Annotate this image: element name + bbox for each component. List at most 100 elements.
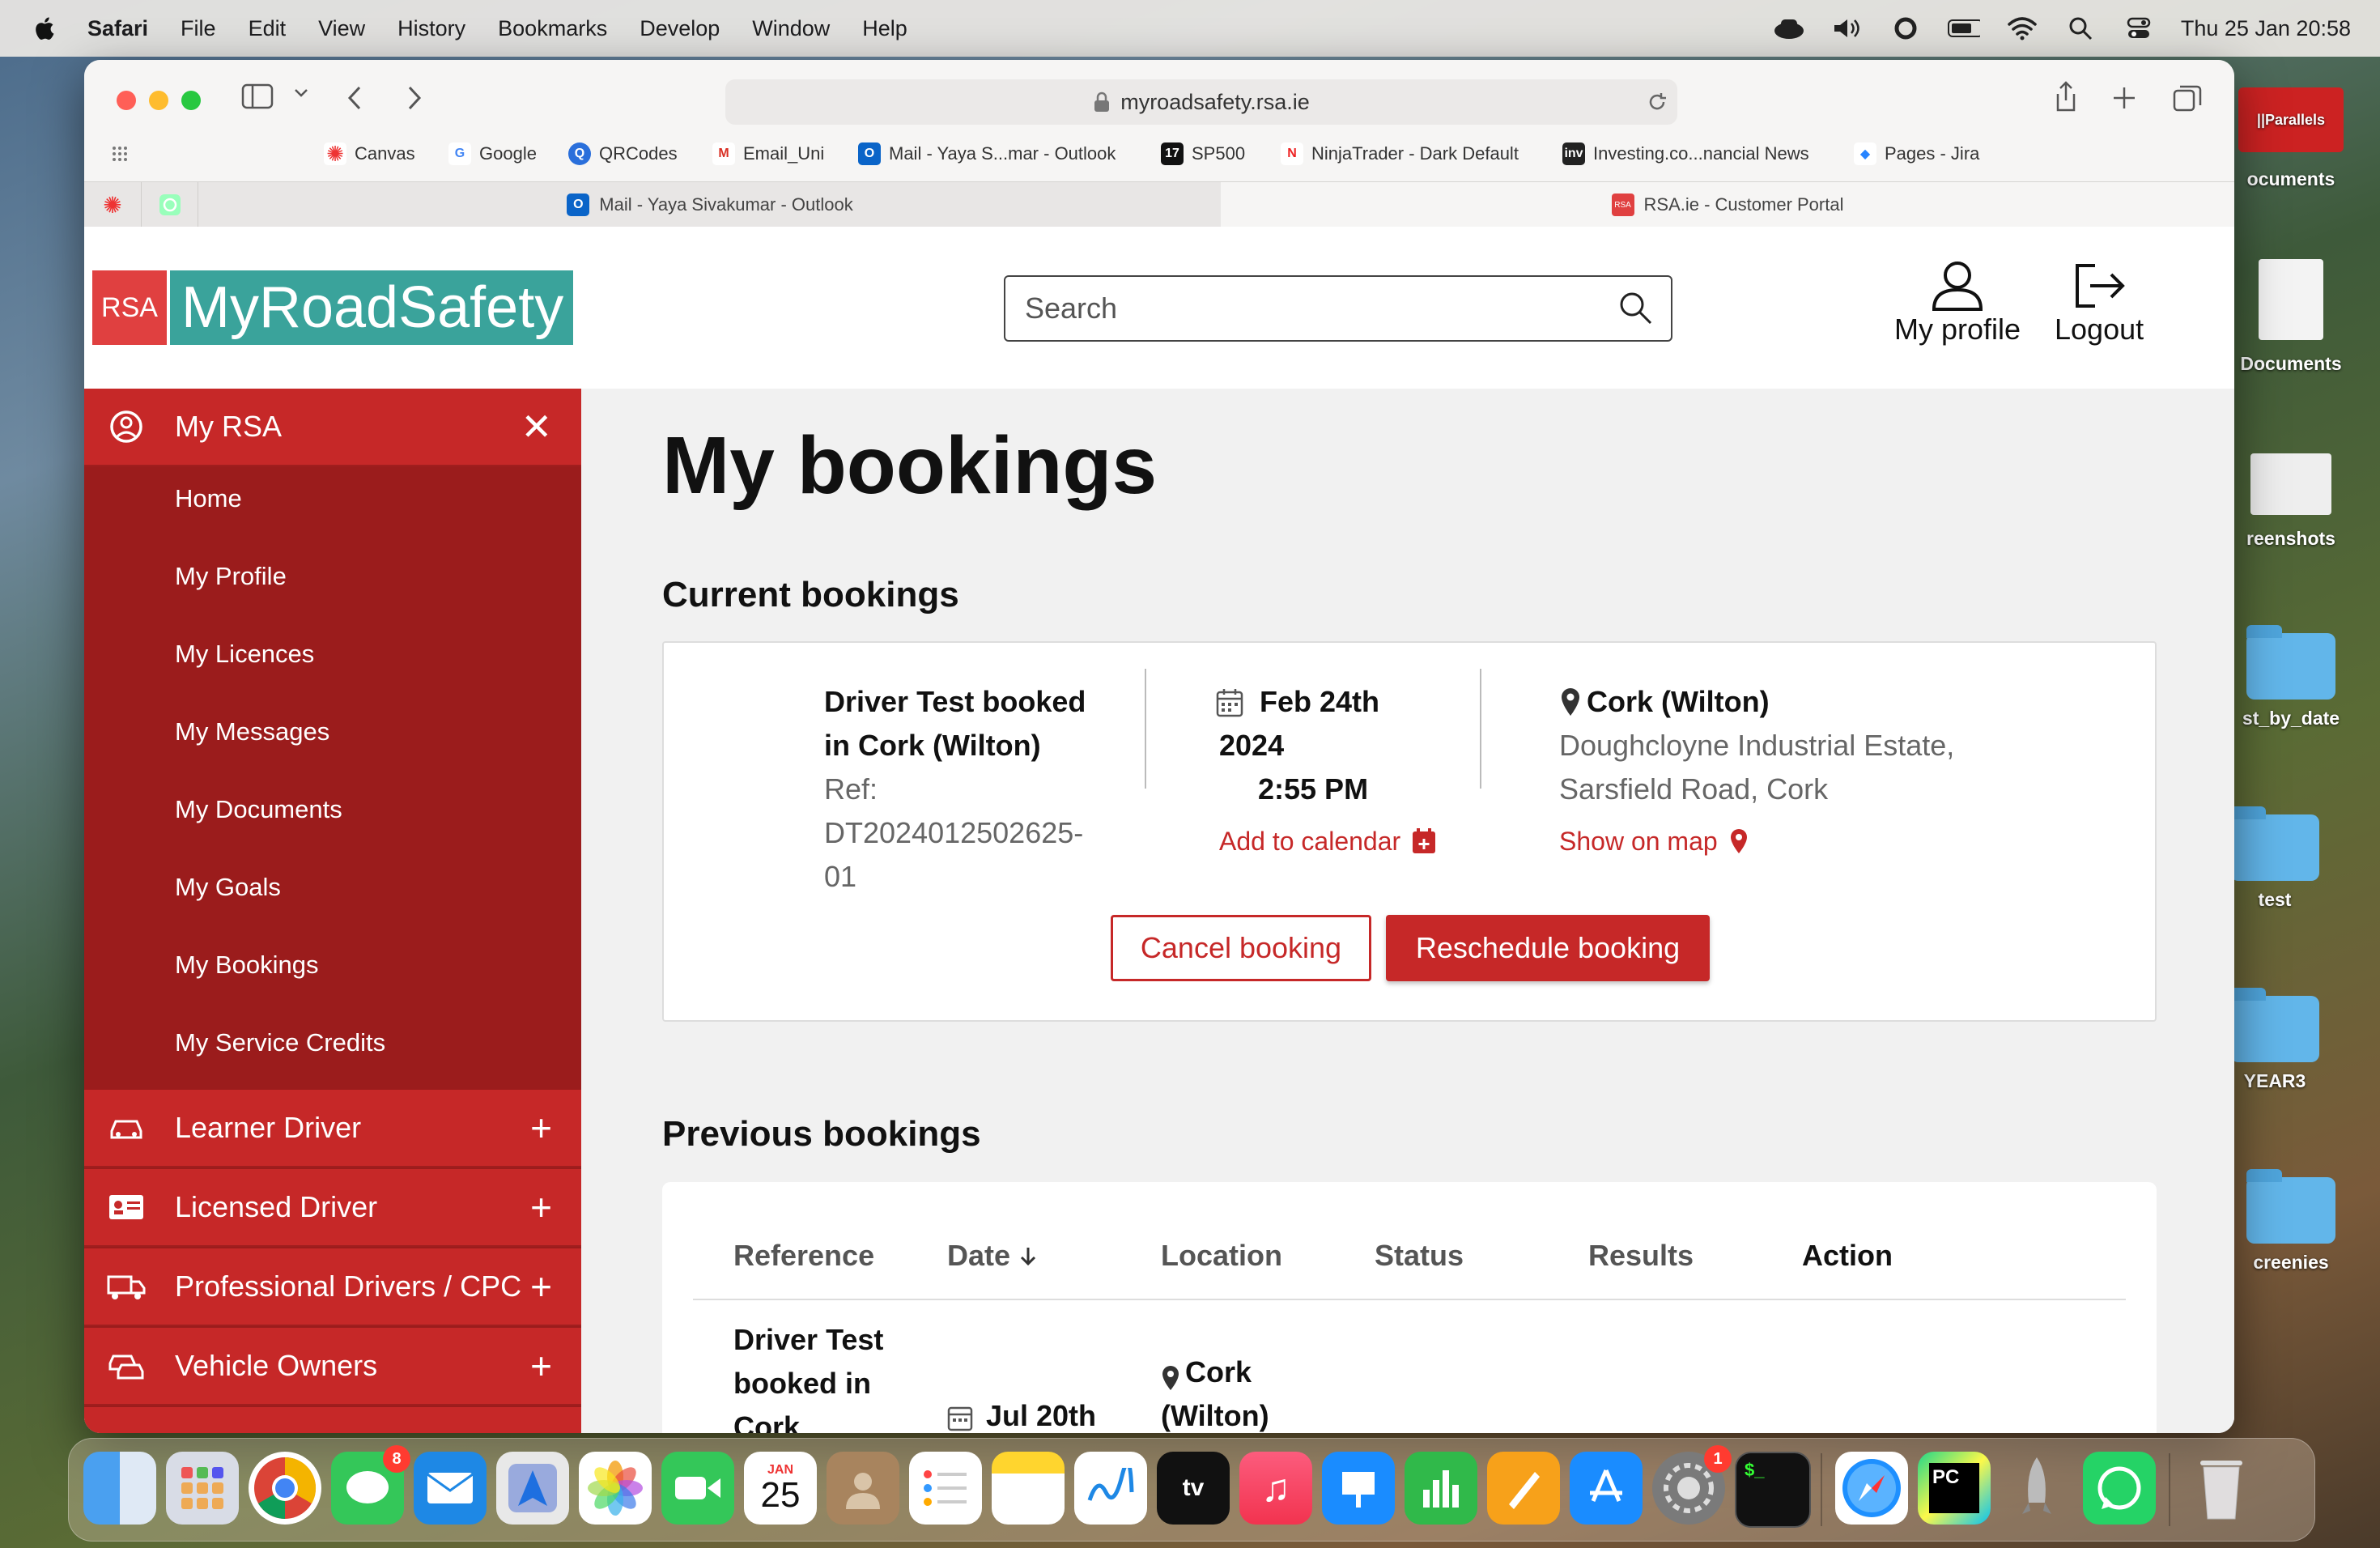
sidebar-section-my-rsa[interactable]: My RSA ✕ bbox=[84, 389, 581, 466]
desktop-folder[interactable]: YEAR3 bbox=[2218, 988, 2331, 1092]
tab-overview-icon[interactable] bbox=[2173, 84, 2202, 119]
menu-edit[interactable]: Edit bbox=[249, 16, 287, 41]
calendar-app-icon[interactable]: JAN 25 bbox=[744, 1452, 817, 1525]
contacts-icon[interactable] bbox=[827, 1452, 899, 1525]
close-window-button[interactable] bbox=[117, 91, 136, 110]
favorite-sp500[interactable]: 17 SP500 bbox=[1161, 142, 1245, 165]
sidebar-item-my-profile[interactable]: My Profile bbox=[175, 562, 287, 591]
menu-window[interactable]: Window bbox=[752, 16, 830, 41]
pinned-tab-chatgpt[interactable] bbox=[141, 182, 198, 228]
favorite-canvas[interactable]: ✺ Canvas bbox=[324, 142, 415, 166]
show-on-map-link[interactable]: Show on map bbox=[1559, 819, 1749, 863]
close-icon[interactable]: ✕ bbox=[521, 405, 552, 449]
desktop-screenshots[interactable]: reenshots bbox=[2234, 453, 2348, 550]
incognito-icon[interactable] bbox=[1773, 16, 1805, 40]
column-header-results[interactable]: Results bbox=[1588, 1239, 1694, 1273]
back-icon[interactable] bbox=[345, 84, 364, 118]
app-store-icon[interactable] bbox=[1570, 1452, 1643, 1525]
column-header-location[interactable]: Location bbox=[1161, 1239, 1282, 1273]
sidebar-item-my-messages[interactable]: My Messages bbox=[175, 717, 329, 746]
menu-file[interactable]: File bbox=[181, 16, 216, 41]
control-center-icon[interactable] bbox=[2123, 16, 2155, 40]
myroadsafety-logo[interactable]: RSA MyRoadSafety bbox=[92, 270, 573, 345]
column-header-status[interactable]: Status bbox=[1375, 1239, 1464, 1273]
desktop-documents[interactable]: Documents bbox=[2234, 259, 2348, 375]
column-header-date[interactable]: Date bbox=[947, 1239, 1038, 1273]
wifi-icon[interactable] bbox=[2006, 16, 2038, 40]
desktop-folder[interactable]: st_by_date bbox=[2234, 625, 2348, 729]
menu-app-name[interactable]: Safari bbox=[87, 16, 148, 41]
menu-history[interactable]: History bbox=[397, 16, 465, 41]
chrome-icon[interactable] bbox=[249, 1452, 321, 1525]
expand-plus-icon[interactable]: + bbox=[530, 1344, 552, 1388]
focus-circle-icon[interactable] bbox=[1889, 16, 1922, 40]
facetime-icon[interactable] bbox=[661, 1452, 734, 1525]
numbers-icon[interactable] bbox=[1405, 1452, 1477, 1525]
tab-outlook[interactable]: O Mail - Yaya Sivakumar - Outlook bbox=[198, 182, 1222, 228]
mail-icon[interactable] bbox=[414, 1452, 487, 1525]
expand-plus-icon[interactable]: + bbox=[530, 1106, 552, 1150]
pycharm-icon[interactable]: PC bbox=[1918, 1452, 1991, 1525]
pinned-tab-canvas[interactable]: ✺ bbox=[84, 182, 141, 228]
sidebar-item-my-service-credits[interactable]: My Service Credits bbox=[175, 1028, 385, 1057]
reload-icon[interactable] bbox=[1647, 91, 1668, 113]
desktop-folder[interactable]: test bbox=[2218, 806, 2331, 911]
spotlight-search-icon[interactable] bbox=[2064, 16, 2097, 40]
music-icon[interactable]: ♫ bbox=[1239, 1452, 1312, 1525]
grid-dots-icon[interactable] bbox=[112, 146, 131, 167]
sidebar-group-vehicle-owners[interactable]: Vehicle Owners + bbox=[84, 1328, 581, 1406]
search-icon[interactable] bbox=[1617, 290, 1655, 327]
favorite-jira[interactable]: ◆ Pages - Jira bbox=[1854, 142, 1979, 165]
safari-icon[interactable] bbox=[1835, 1452, 1908, 1525]
menubar-clock[interactable]: Thu 25 Jan 20:58 bbox=[2181, 16, 2351, 41]
my-profile-link[interactable]: My profile bbox=[1894, 259, 2021, 347]
sidebar-group-partial[interactable] bbox=[84, 1407, 581, 1433]
photos-icon[interactable] bbox=[579, 1452, 652, 1525]
sidebar-item-my-bookings[interactable]: My Bookings bbox=[175, 950, 318, 980]
sidebar-toggle-icon[interactable] bbox=[241, 83, 274, 117]
sidebar-item-my-documents[interactable]: My Documents bbox=[175, 795, 342, 824]
column-header-reference[interactable]: Reference bbox=[733, 1239, 874, 1273]
logout-link[interactable]: Logout bbox=[2055, 259, 2144, 347]
sidebar-group-licensed-driver[interactable]: Licensed Driver + bbox=[84, 1169, 581, 1247]
sidebar-item-my-licences[interactable]: My Licences bbox=[175, 640, 314, 669]
favorite-google[interactable]: G Google bbox=[448, 142, 537, 165]
finder-icon[interactable] bbox=[83, 1452, 156, 1525]
tab-rsa-portal[interactable]: RSA RSA.ie - Customer Portal bbox=[1221, 182, 2234, 228]
new-tab-icon[interactable] bbox=[2111, 84, 2137, 118]
menu-bookmarks[interactable]: Bookmarks bbox=[498, 16, 607, 41]
launchpad-icon[interactable] bbox=[166, 1452, 239, 1525]
desktop-folder[interactable]: creenies bbox=[2234, 1169, 2348, 1274]
expand-plus-icon[interactable]: + bbox=[530, 1265, 552, 1308]
minimize-window-button[interactable] bbox=[149, 91, 168, 110]
notes-icon[interactable] bbox=[992, 1452, 1065, 1525]
desktop-parallels[interactable]: ||Parallels ocuments bbox=[2234, 87, 2348, 190]
pages-icon[interactable] bbox=[1487, 1452, 1560, 1525]
cancel-booking-button[interactable]: Cancel booking bbox=[1111, 915, 1371, 981]
apple-tv-icon[interactable]: tv bbox=[1157, 1452, 1230, 1525]
keynote-icon[interactable] bbox=[1322, 1452, 1395, 1525]
whatsapp-icon[interactable] bbox=[2083, 1452, 2156, 1525]
forward-icon[interactable] bbox=[405, 84, 424, 118]
favorite-email-uni[interactable]: M Email_Uni bbox=[712, 142, 824, 165]
apple-icon[interactable] bbox=[32, 15, 55, 41]
chevron-down-icon[interactable] bbox=[293, 84, 309, 105]
sidebar-item-home[interactable]: Home bbox=[175, 484, 242, 513]
address-bar[interactable]: myroadsafety.rsa.ie bbox=[725, 79, 1677, 125]
sidebar-group-professional-drivers[interactable]: Professional Drivers / CPC + bbox=[84, 1248, 581, 1326]
menu-help[interactable]: Help bbox=[862, 16, 907, 41]
reschedule-booking-button[interactable]: Reschedule booking bbox=[1386, 915, 1710, 981]
freeform-icon[interactable] bbox=[1074, 1452, 1147, 1525]
messages-icon[interactable]: 8 bbox=[331, 1445, 410, 1525]
terminal-icon[interactable]: $_ bbox=[1735, 1452, 1811, 1528]
menu-view[interactable]: View bbox=[318, 16, 365, 41]
favorite-investing[interactable]: inv Investing.co...nancial News bbox=[1562, 142, 1809, 165]
maps-icon[interactable] bbox=[496, 1452, 569, 1525]
reminders-icon[interactable] bbox=[909, 1452, 982, 1525]
search-input[interactable]: Search bbox=[1004, 275, 1672, 342]
add-to-calendar-link[interactable]: Add to calendar bbox=[1219, 819, 1436, 863]
sidebar-group-learner-driver[interactable]: Learner Driver + bbox=[84, 1090, 581, 1167]
rocket-app-icon[interactable] bbox=[2000, 1452, 2073, 1525]
battery-icon[interactable] bbox=[1947, 16, 1980, 40]
share-icon[interactable] bbox=[2053, 81, 2079, 121]
